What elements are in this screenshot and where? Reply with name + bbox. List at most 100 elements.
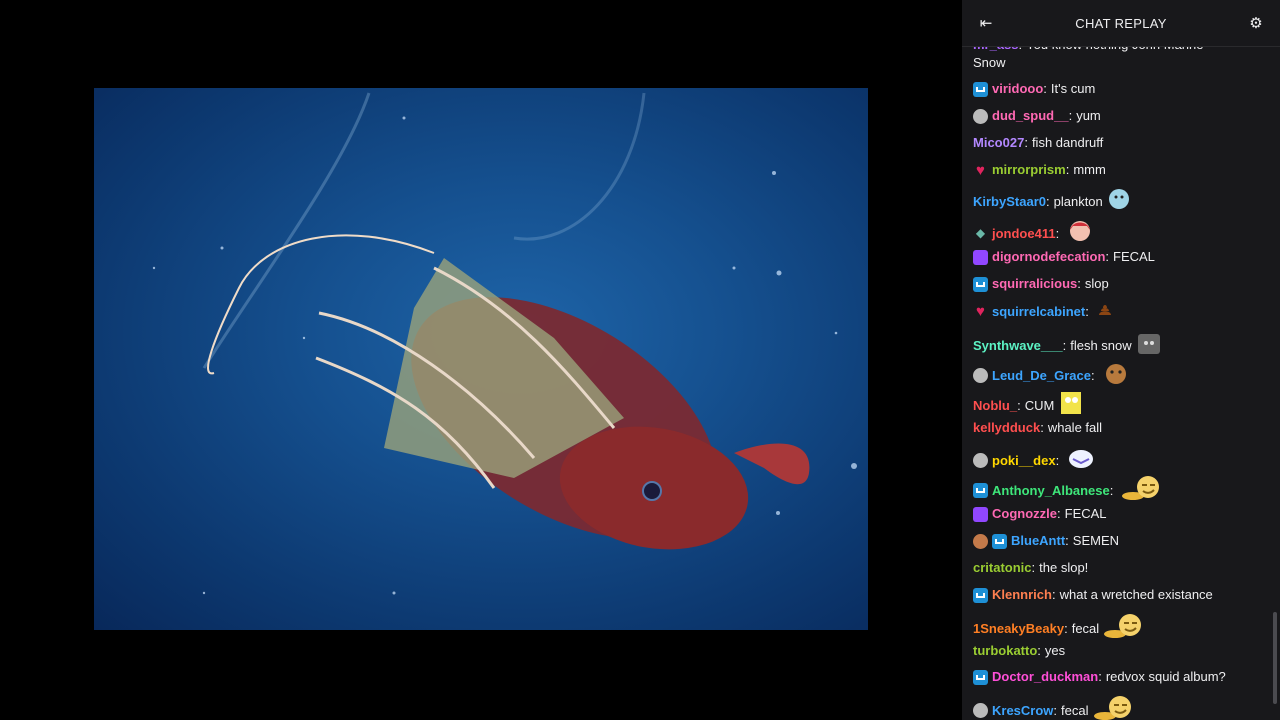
collapse-arrow-icon[interactable]: ⇤ bbox=[976, 13, 996, 33]
chat-username[interactable]: poki__dex bbox=[992, 452, 1056, 470]
chat-username[interactable]: jondoe411 bbox=[992, 225, 1056, 243]
chat-text: plankton bbox=[1053, 193, 1103, 209]
chat-username[interactable]: mirrorprism bbox=[992, 161, 1066, 179]
chat-username[interactable]: dud_spud__ bbox=[992, 107, 1069, 125]
chat-header: ⇤ CHAT REPLAY ⚙ bbox=[962, 0, 1280, 47]
prime-badge-icon[interactable] bbox=[973, 506, 988, 522]
chat-text: yes bbox=[1044, 643, 1066, 658]
poop-emote-icon bbox=[1097, 302, 1113, 321]
gem-badge-icon[interactable]: ◆ bbox=[973, 226, 988, 241]
chat-message-continuation: Snow bbox=[973, 54, 1269, 72]
smug-emote-icon bbox=[1103, 613, 1143, 644]
chat-colon: : bbox=[1043, 81, 1047, 96]
heart-badge-icon[interactable]: ♥ bbox=[973, 163, 988, 178]
chat-colon: : bbox=[1024, 135, 1028, 150]
chat-username[interactable]: turbokatto bbox=[973, 642, 1037, 660]
cat-emote-icon bbox=[1136, 330, 1162, 361]
chat-username[interactable]: viridooo bbox=[992, 80, 1043, 98]
chat-text: fecal bbox=[1061, 702, 1089, 718]
subscriber-badge-icon[interactable] bbox=[973, 483, 988, 498]
chat-username[interactable]: kellydduck bbox=[973, 419, 1040, 437]
chat-username[interactable]: critatonic bbox=[973, 559, 1032, 577]
avatar-badge-icon[interactable] bbox=[973, 368, 988, 383]
chat-username[interactable]: KresCrow bbox=[992, 702, 1053, 720]
chat-message: Anthony_Albanese: bbox=[973, 475, 1269, 506]
chat-colon: : bbox=[1077, 276, 1081, 291]
chat-colon: : bbox=[1105, 249, 1110, 264]
chat-username[interactable]: KirbyStaar0 bbox=[973, 193, 1046, 211]
chat-text: CUM bbox=[1024, 397, 1055, 413]
chat-message: kellydduck: whale fall bbox=[973, 419, 1269, 437]
chat-text: fish dandruff bbox=[1031, 135, 1104, 150]
chat-username[interactable]: Leud_De_Grace bbox=[992, 367, 1091, 385]
chat-colon: : bbox=[1051, 587, 1056, 602]
sponge-emote-icon bbox=[1058, 390, 1084, 421]
bird-emote-icon bbox=[1067, 445, 1095, 476]
chat-username[interactable]: Doctor_duckman bbox=[992, 668, 1098, 686]
chat-colon: : bbox=[1057, 506, 1061, 521]
chat-message-list[interactable]: mr_ass: You know nothing John Marine Sno… bbox=[962, 0, 1280, 720]
chat-message: 1SneakyBeaky: fecal bbox=[973, 613, 1269, 644]
chat-username[interactable]: Mico027 bbox=[973, 134, 1024, 152]
chat-title: CHAT REPLAY bbox=[1075, 15, 1167, 31]
chat-text: yum bbox=[1076, 108, 1101, 123]
prime-badge-icon[interactable] bbox=[973, 249, 988, 265]
subscriber-badge-icon[interactable] bbox=[973, 669, 988, 685]
chat-username[interactable]: 1SneakyBeaky bbox=[973, 620, 1064, 638]
chat-colon: : bbox=[1053, 702, 1058, 718]
subscriber-badge-icon[interactable] bbox=[973, 276, 988, 292]
chat-message: digornodefecation: FECAL bbox=[973, 248, 1269, 266]
blob-emote-icon bbox=[1107, 188, 1131, 215]
chat-message: Doctor_duckman: redvox squid album? bbox=[973, 668, 1269, 686]
chat-text: the slop! bbox=[1039, 560, 1089, 575]
avatar-badge-icon[interactable] bbox=[973, 108, 988, 124]
chat-message: squirralicious: slop bbox=[973, 275, 1269, 293]
chat-username[interactable]: BlueAntt bbox=[1011, 532, 1065, 550]
chat-message: KresCrow: fecal bbox=[973, 695, 1269, 720]
chat-username[interactable]: Cognozzle bbox=[992, 505, 1057, 523]
chat-text: slop bbox=[1084, 276, 1109, 291]
avatar-badge-icon[interactable] bbox=[973, 453, 988, 468]
subscriber-badge-icon[interactable] bbox=[992, 533, 1007, 549]
chat-text: It's cum bbox=[1050, 81, 1096, 96]
heart-badge-icon[interactable]: ♥ bbox=[973, 304, 988, 319]
chat-colon: : bbox=[1091, 367, 1095, 383]
chat-message: turbokatto: yes bbox=[973, 642, 1269, 660]
avatar-badge-icon[interactable] bbox=[973, 533, 988, 549]
video-player[interactable] bbox=[0, 0, 962, 720]
chat-text: whale fall bbox=[1047, 420, 1103, 435]
subscriber-badge-icon[interactable] bbox=[973, 587, 988, 603]
chat-username[interactable]: squirralicious bbox=[992, 275, 1077, 293]
chat-message: dud_spud__: yum bbox=[973, 107, 1269, 125]
chat-colon: : bbox=[1065, 533, 1069, 548]
vampire-squid-image bbox=[152, 92, 857, 595]
subscriber-badge-icon[interactable] bbox=[973, 81, 988, 97]
chat-text: FECAL bbox=[1064, 506, 1107, 521]
chat-username[interactable]: Klennrich bbox=[992, 586, 1052, 604]
chat-colon: : bbox=[1055, 225, 1060, 241]
chat-scrollbar[interactable] bbox=[1273, 612, 1277, 704]
avatar-badge-icon[interactable] bbox=[973, 703, 988, 718]
chat-username[interactable]: digornodefecation bbox=[992, 248, 1105, 266]
chat-message: ♥ mirrorprism: mmm bbox=[973, 161, 1269, 179]
chat-username[interactable]: Anthony_Albanese bbox=[992, 482, 1110, 500]
chat-message: Cognozzle: FECAL bbox=[973, 505, 1269, 523]
chat-username[interactable]: squirrelcabinet bbox=[992, 303, 1085, 321]
video-frame[interactable] bbox=[94, 88, 868, 630]
chat-colon: : bbox=[1045, 193, 1050, 209]
chat-colon: : bbox=[1064, 620, 1068, 636]
chat-username[interactable]: Noblu_ bbox=[973, 397, 1017, 415]
chat-colon: : bbox=[1040, 420, 1044, 435]
chat-text: what a wretched existance bbox=[1059, 587, 1213, 602]
chat-username[interactable]: Synthwave___ bbox=[973, 337, 1063, 355]
chat-colon: : bbox=[1055, 452, 1060, 468]
chat-text: fecal bbox=[1071, 620, 1100, 636]
chat-message: Mico027: fish dandruff bbox=[973, 134, 1269, 152]
gear-icon[interactable]: ⚙ bbox=[1246, 13, 1266, 33]
chat-colon: : bbox=[1065, 162, 1070, 177]
chat-colon: : bbox=[1017, 397, 1021, 413]
chat-colon: : bbox=[1031, 560, 1036, 575]
chat-colon: : bbox=[1068, 108, 1073, 123]
chat-text: FECAL bbox=[1113, 249, 1155, 264]
chat-message: Leud_De_Grace: bbox=[973, 360, 1269, 391]
